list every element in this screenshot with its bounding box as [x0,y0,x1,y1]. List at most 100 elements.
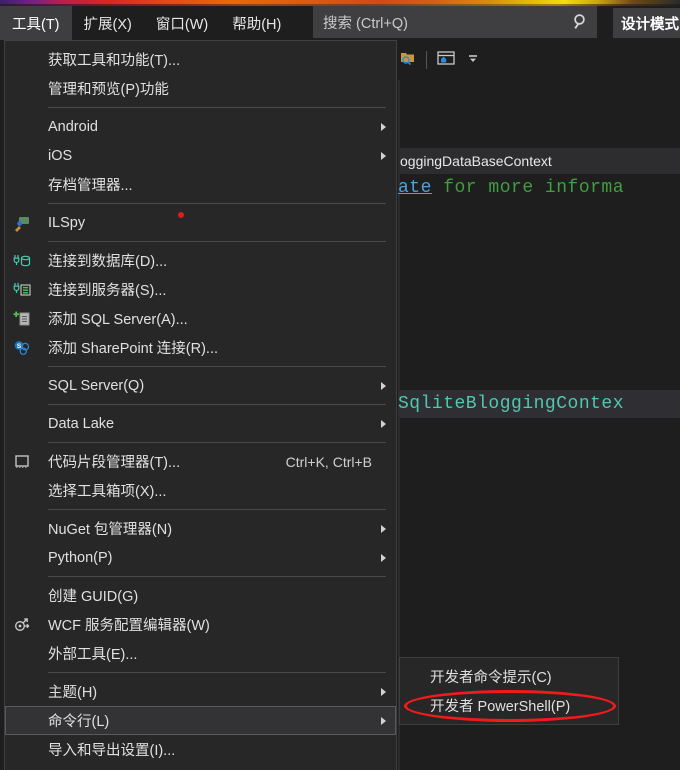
menu-item-label: SQL Server(Q) [48,377,145,394]
annotation-dot [178,212,184,218]
command-line-submenu: 开发者命令提示(C) 开发者 PowerShell(P) [399,657,619,725]
menu-item-shortcut: Ctrl+K, Ctrl+B [285,453,372,470]
search-placeholder: 搜索 (Ctrl+Q) [323,15,408,32]
menu-separator [48,442,386,443]
menu-item-label: 添加 SQL Server(A)... [48,312,188,328]
submenu-arrow-icon [381,524,386,533]
menu-item-import-export-settings[interactable]: 导入和导出设置(I)... [5,735,396,764]
menu-separator [48,203,386,204]
menu-item-connect-to-database[interactable]: 连接到数据库(D)... [5,246,396,275]
menu-item-add-sql-server[interactable]: 添加 SQL Server(A)... [5,304,396,333]
submenu-arrow-icon [381,687,386,696]
menu-item-android[interactable]: Android [5,112,396,141]
wcf-gear-icon [13,616,31,634]
menu-item-wcf-service-config-editor[interactable]: WCF 服务配置编辑器(W) [5,610,396,639]
menu-item-connect-to-server[interactable]: 连接到服务器(S)... [5,275,396,304]
editor-tab-label: oggingDataBaseContext [400,153,552,169]
find-in-files-icon[interactable] [400,50,416,71]
menu-item-theme[interactable]: 主题(H) [5,677,396,706]
submenu-arrow-icon [381,122,386,131]
snippet-icon [13,453,31,471]
menu-item-add-sharepoint-connection[interactable]: S 添加 SharePoint 连接(R)... [5,333,396,362]
menu-item-label: 选择工具箱项(X)... [48,484,167,500]
menu-item-data-lake[interactable]: Data Lake [5,409,396,438]
menu-item-label: 命令行(L) [48,714,110,730]
menu-separator [48,107,386,108]
menubar-item-extensions[interactable]: 扩展(X) [72,6,144,40]
menu-item-label: 连接到服务器(S)... [48,283,167,299]
menu-item-nuget-package-manager[interactable]: NuGet 包管理器(N) [5,514,396,543]
menubar-item-help-label: 帮助(H) [232,16,282,33]
menu-item-label: 管理和预览(P)功能 [48,82,169,98]
menu-item-label: WCF 服务配置编辑器(W) [48,618,210,634]
submenu-item-label: 开发者命令提示(C) [430,670,552,686]
editor-toolbar [398,45,680,75]
menu-separator [48,672,386,673]
design-mode-label: 设计模式 [621,16,679,33]
home-window-icon[interactable] [437,50,455,71]
menu-item-create-guid[interactable]: 创建 GUID(G) [5,581,396,610]
submenu-item-developer-powershell[interactable]: 开发者 PowerShell(P) [400,691,618,720]
menu-item-python[interactable]: Python(P) [5,543,396,572]
menu-item-label: Android [48,118,98,135]
menu-item-label: 添加 SharePoint 连接(R)... [48,341,219,357]
submenu-arrow-icon [381,553,386,562]
menubar-item-tools[interactable]: 工具(T) [0,6,72,40]
editor-document-tab[interactable]: oggingDataBaseContext [398,148,680,174]
menu-item-code-snippets-manager[interactable]: 代码片段管理器(T)... Ctrl+K, Ctrl+B [5,447,396,476]
menu-item-sql-server[interactable]: SQL Server(Q) [5,371,396,400]
menu-item-label: 连接到数据库(D)... [48,254,168,270]
menu-item-external-tools[interactable]: 外部工具(E)... [5,639,396,668]
menu-item-label: 外部工具(E)... [48,647,138,663]
menu-item-label: 导入和导出设置(I)... [48,743,176,759]
add-server-icon [13,310,31,328]
search-icon[interactable] [566,13,596,31]
submenu-arrow-icon [381,419,386,428]
code-line-comment: ate for more informa [398,178,680,198]
menu-item-customize[interactable]: 自定义(C)... [5,764,396,770]
visual-studio-window: oggingDataBaseContext ate for more infor… [0,0,680,770]
menu-separator [48,241,386,242]
submenu-item-developer-command-prompt[interactable]: 开发者命令提示(C) [400,662,618,691]
code-link-fragment[interactable]: ate [398,178,432,198]
menubar-item-window[interactable]: 窗口(W) [144,6,220,40]
database-plug-icon [13,252,31,270]
menu-item-archive-manager[interactable]: 存档管理器... [5,170,396,199]
submenu-arrow-icon [381,381,386,390]
tools-dropdown-menu: 获取工具和功能(T)... 管理和预览(P)功能 Android iOS 存档管理器..… [4,40,397,770]
menu-item-get-tools-and-features[interactable]: 获取工具和功能(T)... [5,45,396,74]
code-line-identifier: SqliteBloggingContex [398,390,680,418]
menu-item-label: iOS [48,147,73,164]
menu-item-label: NuGet 包管理器(N) [48,522,173,538]
ilspy-icon [13,214,31,232]
server-plug-icon [13,281,31,299]
submenu-arrow-icon [381,151,386,160]
sharepoint-icon: S [13,339,31,357]
menubar-item-extensions-label: 扩展(X) [83,16,132,33]
menu-item-command-line[interactable]: 命令行(L) [5,706,396,735]
menu-item-manage-preview-features[interactable]: 管理和预览(P)功能 [5,74,396,103]
design-mode-indicator: 设计模式 [613,8,680,38]
menu-item-choose-toolbox-items[interactable]: 选择工具箱项(X)... [5,476,396,505]
menu-item-label: 代码片段管理器(T)... [48,455,181,471]
submenu-item-label: 开发者 PowerShell(P) [430,699,571,715]
menubar-item-window-label: 窗口(W) [155,16,209,33]
menu-item-label: Data Lake [48,415,115,432]
search-input[interactable]: 搜索 (Ctrl+Q) [313,6,597,38]
menubar-item-help[interactable]: 帮助(H) [220,6,293,40]
menu-separator [48,576,386,577]
code-comment-fragment: for more informa [431,178,625,198]
menu-item-ios[interactable]: iOS [5,141,396,170]
menu-item-label: 创建 GUID(G) [48,589,139,605]
menu-separator [48,509,386,510]
menu-separator [48,404,386,405]
menu-item-label: ILSpy [48,214,86,231]
menu-separator [48,366,386,367]
menu-item-label: 获取工具和功能(T)... [48,53,181,69]
menubar-item-tools-label: 工具(T) [12,16,60,33]
menu-item-label: 存档管理器... [48,178,133,194]
overflow-chevron-icon[interactable] [465,50,481,71]
submenu-arrow-icon [381,716,386,725]
menu-item-ilspy[interactable]: ILSpy [5,208,396,237]
toolbar-separator [426,51,427,69]
